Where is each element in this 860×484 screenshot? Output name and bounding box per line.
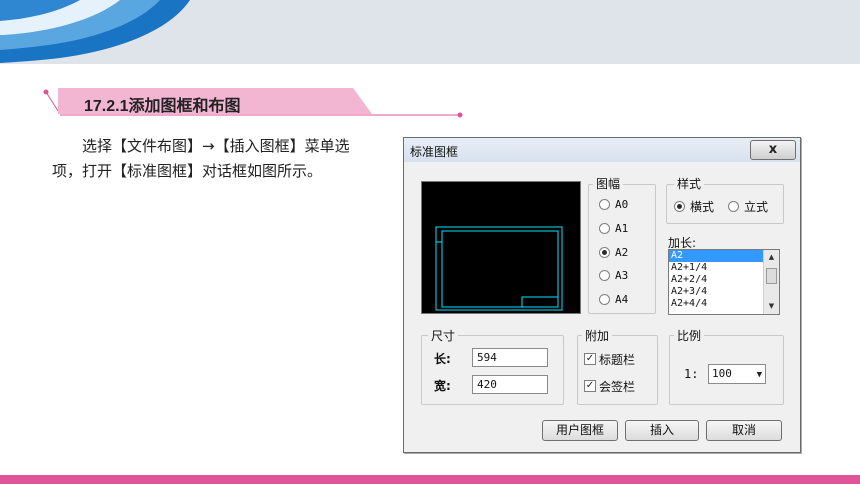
radio-a3[interactable]: A3 bbox=[599, 267, 628, 283]
scale-prefix: 1: bbox=[684, 367, 699, 381]
body-paragraph: 选择【文件布图】→【插入图框】菜单选项，打开【标准图框】对话框如图所示。 bbox=[52, 137, 350, 180]
style-label: 样式 bbox=[674, 175, 705, 192]
width-label: 宽: bbox=[434, 379, 451, 393]
radio-a0[interactable]: A0 bbox=[599, 196, 628, 212]
cancel-button[interactable]: 取消 bbox=[706, 420, 782, 441]
length-input[interactable]: 594 bbox=[472, 348, 548, 367]
sign-block-label: 会签栏 bbox=[599, 379, 636, 394]
radio-portrait-indicator bbox=[728, 200, 739, 212]
title-block-checkbox[interactable]: ✓ 标题栏 bbox=[584, 351, 635, 367]
radio-a1-label: A1 bbox=[615, 221, 629, 235]
radio-portrait[interactable]: 立式 bbox=[728, 198, 768, 214]
checkmark-icon: ✓ bbox=[584, 380, 596, 392]
scroll-down-icon[interactable]: ▼ bbox=[764, 299, 779, 314]
scale-label: 比例 bbox=[674, 327, 705, 344]
radio-landscape[interactable]: 横式 bbox=[674, 198, 714, 214]
scroll-thumb[interactable] bbox=[766, 268, 777, 284]
attach-label: 附加 bbox=[582, 327, 613, 344]
size-group bbox=[421, 335, 564, 405]
close-button[interactable]: x bbox=[750, 140, 796, 160]
section-heading: 17.2.1添加图框和布图 bbox=[40, 88, 470, 120]
scroll-up-icon[interactable]: ▲ bbox=[764, 250, 779, 265]
insert-button[interactable]: 插入 bbox=[625, 420, 699, 441]
radio-a2-indicator bbox=[599, 246, 610, 258]
radio-portrait-label: 立式 bbox=[744, 199, 769, 214]
radio-a1[interactable]: A1 bbox=[599, 220, 628, 236]
list-item[interactable]: A2+1/4 bbox=[669, 262, 764, 274]
list-item[interactable]: A2 bbox=[669, 250, 764, 262]
radio-a0-label: A0 bbox=[615, 197, 629, 211]
section-title: 17.2.1添加图框和布图 bbox=[84, 98, 241, 115]
bottom-accent-bar bbox=[0, 475, 860, 484]
chevron-down-icon: ▼ bbox=[756, 370, 762, 380]
close-icon: x bbox=[768, 142, 778, 157]
radio-a1-indicator bbox=[599, 222, 610, 234]
dialog-title: 标准图框 bbox=[410, 145, 459, 159]
radio-a4[interactable]: A4 bbox=[599, 291, 628, 307]
header-wave-decoration bbox=[0, 0, 190, 63]
checkmark-icon: ✓ bbox=[584, 353, 596, 365]
list-item[interactable]: A2+3/4 bbox=[669, 286, 764, 298]
user-frame-button[interactable]: 用户图框 bbox=[542, 420, 618, 441]
radio-a3-label: A3 bbox=[615, 268, 629, 282]
radio-a3-indicator bbox=[599, 269, 610, 281]
scale-value: 100 bbox=[712, 367, 732, 380]
size-label: 尺寸 bbox=[428, 327, 459, 344]
radio-a2-label: A2 bbox=[615, 245, 629, 259]
width-input[interactable]: 420 bbox=[472, 375, 548, 394]
radio-a0-indicator bbox=[599, 198, 610, 210]
title-block-label: 标题栏 bbox=[599, 352, 636, 367]
scale-select[interactable]: 100 ▼ bbox=[708, 364, 766, 384]
attach-group bbox=[577, 335, 658, 405]
sign-block-checkbox[interactable]: ✓ 会签栏 bbox=[584, 378, 635, 394]
standard-frame-dialog: 标准图框 x 图幅 A0 A1 A2 A3 A4 样式 横式 立式 加长: A2… bbox=[403, 137, 801, 453]
list-item[interactable]: A2+4/4 bbox=[669, 298, 764, 310]
radio-a4-label: A4 bbox=[615, 292, 629, 306]
radio-landscape-indicator bbox=[674, 200, 685, 212]
radio-landscape-label: 横式 bbox=[690, 199, 715, 214]
radio-a2[interactable]: A2 bbox=[599, 244, 628, 260]
frame-preview-drawing bbox=[435, 226, 563, 311]
dialog-titlebar[interactable]: 标准图框 x bbox=[404, 138, 800, 162]
listbox-scrollbar[interactable]: ▲ ▼ bbox=[763, 250, 779, 314]
frame-preview bbox=[421, 181, 581, 314]
list-item[interactable]: A2+2/4 bbox=[669, 274, 764, 286]
extend-listbox[interactable]: A2 A2+1/4 A2+2/4 A2+3/4 A2+4/4 ▲ ▼ bbox=[668, 249, 780, 315]
sheet-size-label: 图幅 bbox=[593, 175, 624, 192]
radio-a4-indicator bbox=[599, 293, 610, 305]
length-label: 长: bbox=[434, 352, 451, 366]
